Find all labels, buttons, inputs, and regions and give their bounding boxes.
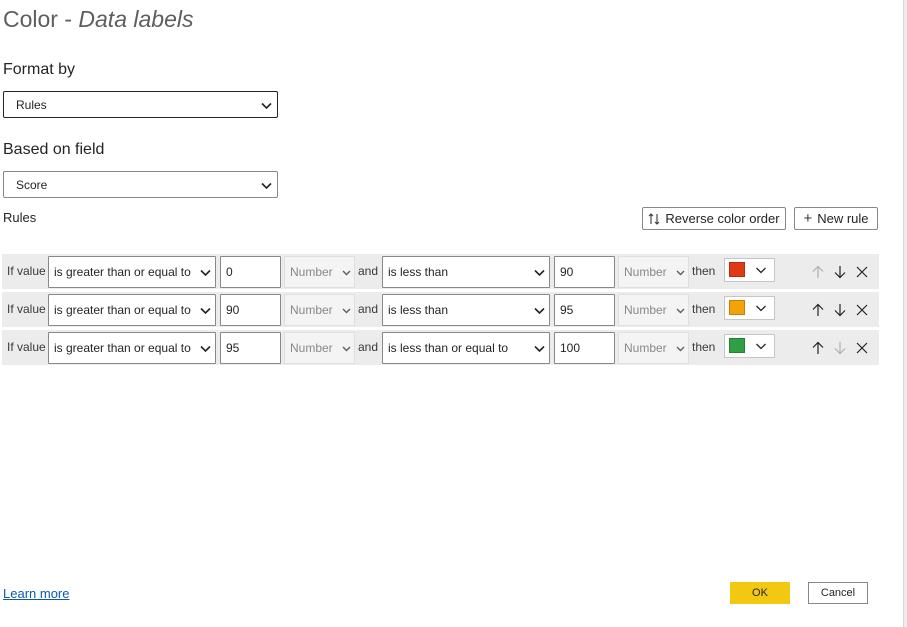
chevron-down-icon [200, 345, 211, 353]
rule-value-1-text: 0 [226, 265, 233, 279]
rule-unit-1-dropdown[interactable]: Number [284, 256, 355, 288]
rule-color-picker[interactable] [724, 296, 775, 320]
and-label: and [358, 340, 379, 354]
based-on-field-value: Score [16, 177, 48, 192]
then-label: then [692, 302, 716, 316]
rule-value-1-text: 95 [226, 341, 240, 355]
chevron-down-icon [261, 182, 272, 190]
move-down-icon[interactable] [833, 303, 847, 317]
rule-value-2-text: 100 [560, 341, 581, 355]
rule-operator-2-dropdown[interactable]: is less than [382, 294, 550, 326]
chevron-down-icon [676, 346, 685, 352]
rule-operator-2-dropdown[interactable]: is less than [382, 256, 550, 288]
delete-rule-icon[interactable] [855, 341, 869, 355]
rule-unit-1-value: Number [290, 303, 333, 317]
new-rule-label: New rule [817, 211, 869, 226]
delete-rule-icon[interactable] [855, 303, 869, 317]
delete-rule-icon[interactable] [855, 265, 869, 279]
move-up-icon[interactable] [811, 303, 825, 317]
dialog-edge [903, 0, 907, 627]
chevron-down-icon [342, 270, 351, 276]
plus-icon: + [803, 210, 813, 227]
chevron-down-icon [200, 307, 211, 315]
reverse-color-order-button[interactable]: Reverse color order [642, 207, 786, 230]
rule-value-2-input[interactable]: 95 [554, 294, 615, 326]
rule-unit-2-value: Number [624, 303, 667, 317]
rule-operator-1-value: is greater than or equal to [54, 265, 191, 279]
ok-button[interactable]: OK [730, 582, 790, 604]
cancel-button[interactable]: Cancel [808, 582, 868, 604]
new-rule-button[interactable]: + New rule [794, 207, 878, 230]
chevron-down-icon [676, 270, 685, 276]
rule-value-2-input[interactable]: 90 [554, 256, 615, 288]
rule-value-2-input[interactable]: 100 [554, 332, 615, 364]
rule-operator-2-dropdown[interactable]: is less than or equal to [382, 332, 550, 364]
color-swatch [729, 338, 745, 353]
format-by-label: Format by [3, 61, 76, 78]
chevron-down-icon [261, 102, 272, 110]
rule-unit-2-dropdown[interactable]: Number [618, 294, 689, 326]
chevron-down-icon [200, 269, 211, 277]
and-label: and [358, 264, 379, 278]
rule-row: If value is greater than or equal to 0 N… [2, 254, 879, 289]
rule-operator-2-value: is less than [388, 265, 449, 279]
move-up-icon[interactable] [811, 265, 825, 279]
based-on-field-dropdown[interactable]: Score [3, 171, 278, 198]
chevron-down-icon [342, 308, 351, 314]
rule-value-1-text: 90 [226, 303, 240, 317]
rule-operator-1-dropdown[interactable]: is greater than or equal to [48, 332, 216, 364]
move-up-icon[interactable] [811, 341, 825, 355]
rule-value-2-text: 90 [560, 265, 574, 279]
rule-unit-1-dropdown[interactable]: Number [284, 294, 355, 326]
rule-unit-1-value: Number [290, 341, 333, 355]
format-by-dropdown[interactable]: Rules [3, 91, 278, 118]
if-value-label: If value [7, 302, 46, 316]
rule-operator-2-value: is less than [388, 303, 449, 317]
and-label: and [358, 302, 379, 316]
format-by-value: Rules [16, 97, 47, 112]
chevron-down-icon [534, 269, 545, 277]
rule-operator-1-dropdown[interactable]: is greater than or equal to [48, 256, 216, 288]
color-swatch [729, 262, 745, 277]
rules-label: Rules [3, 210, 37, 225]
rule-operator-1-value: is greater than or equal to [54, 341, 191, 355]
rule-unit-2-value: Number [624, 341, 667, 355]
rule-row: If value is greater than or equal to 90 … [2, 292, 879, 327]
if-value-label: If value [7, 340, 46, 354]
rule-value-2-text: 95 [560, 303, 574, 317]
reverse-color-order-label: Reverse color order [665, 211, 780, 226]
rule-row: If value is greater than or equal to 95 … [2, 330, 879, 365]
rule-unit-2-dropdown[interactable]: Number [618, 332, 689, 364]
chevron-down-icon [756, 343, 766, 350]
move-down-icon[interactable] [833, 341, 847, 355]
learn-more-link[interactable]: Learn more [3, 586, 69, 601]
rule-color-picker[interactable] [724, 334, 775, 358]
move-down-icon[interactable] [833, 265, 847, 279]
chevron-down-icon [534, 307, 545, 315]
rule-operator-2-value: is less than or equal to [388, 341, 509, 355]
dialog-title: Color - Data labels [3, 6, 194, 32]
if-value-label: If value [7, 264, 46, 278]
rule-value-1-input[interactable]: 90 [220, 294, 281, 326]
chevron-down-icon [342, 346, 351, 352]
rule-unit-1-dropdown[interactable]: Number [284, 332, 355, 364]
rule-unit-2-value: Number [624, 265, 667, 279]
rule-color-picker[interactable] [724, 258, 775, 282]
chevron-down-icon [534, 345, 545, 353]
rule-operator-1-dropdown[interactable]: is greater than or equal to [48, 294, 216, 326]
color-swatch [729, 300, 745, 315]
rule-unit-2-dropdown[interactable]: Number [618, 256, 689, 288]
based-on-field-label: Based on field [3, 141, 105, 158]
rule-value-1-input[interactable]: 95 [220, 332, 281, 364]
rule-operator-1-value: is greater than or equal to [54, 303, 191, 317]
then-label: then [692, 264, 716, 278]
then-label: then [692, 340, 716, 354]
sort-arrows-icon [649, 212, 660, 225]
rule-value-1-input[interactable]: 0 [220, 256, 281, 288]
chevron-down-icon [756, 267, 766, 274]
chevron-down-icon [756, 305, 766, 312]
chevron-down-icon [676, 308, 685, 314]
rule-unit-1-value: Number [290, 265, 333, 279]
